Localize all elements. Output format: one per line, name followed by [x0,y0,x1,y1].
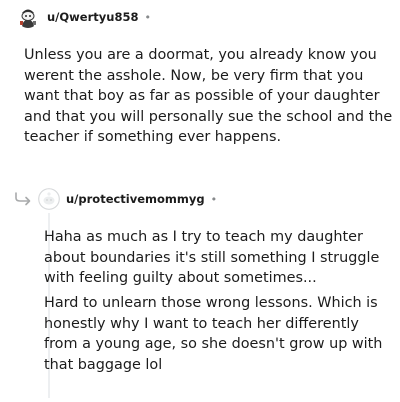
meta-separator: • [144,10,151,24]
comment-paragraph: Hard to unlearn those wrong lessons. Whi… [44,295,383,373]
meta-separator: • [210,192,218,206]
default-avatar-icon[interactable] [38,188,60,210]
comment-header: u/Qwertyu858 • [17,5,151,29]
comment-author[interactable]: u/protectivemommyg [66,192,205,206]
comment-author[interactable]: u/Qwertyu858 [47,10,138,24]
comment-header: u/protectivemommyg • [38,187,217,211]
comment-thread: u/Qwertyu858 • Unless you are a doormat,… [0,0,400,402]
comment-body: Unless you are a doormat, you already kn… [24,47,393,146]
snoo-avatar-icon[interactable] [17,6,39,28]
comment-paragraph: Haha as much as I try to teach my daught… [44,229,380,287]
reply-arrow-icon [14,191,34,206]
